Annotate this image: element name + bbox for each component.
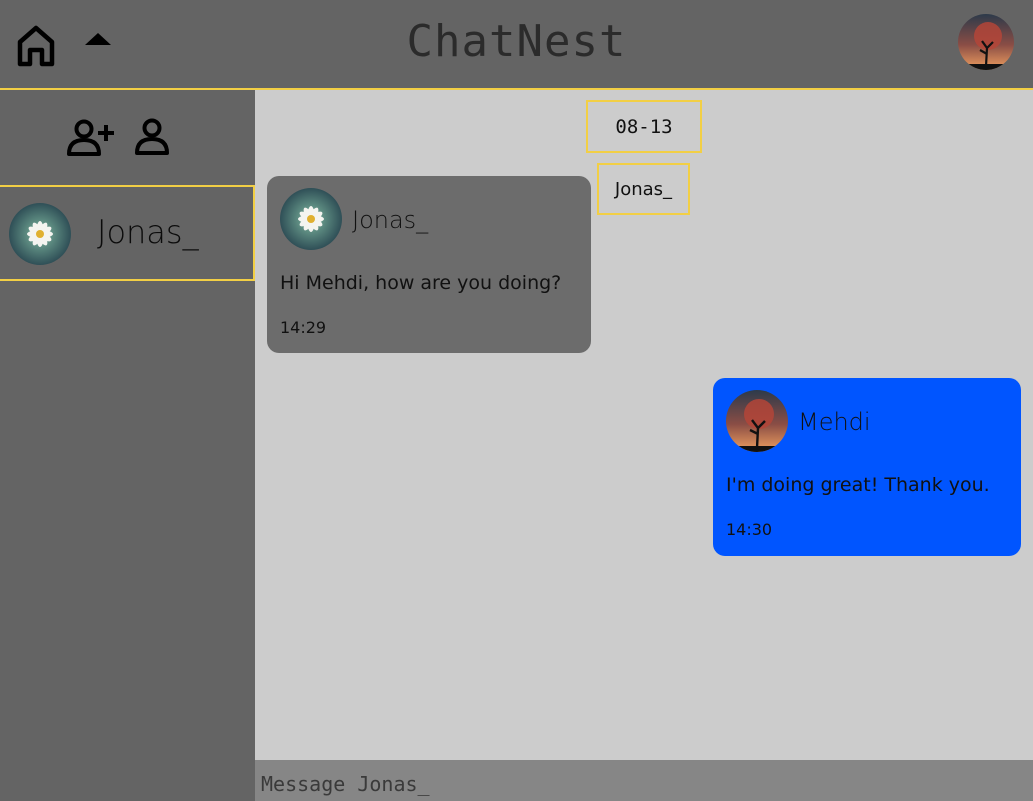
sender-avatar [280,188,342,250]
message-composer [255,760,1033,801]
message-text: Hi Mehdi, how are you doing? [280,272,562,294]
user-avatar[interactable] [958,14,1014,70]
message-bubble-outgoing: Mehdi I'm doing great! Thank you. 14:30 [713,378,1021,556]
message-time: 14:29 [280,318,327,337]
chat-contact-label: Jonas_ [597,163,690,215]
sidebar: Jonas_ [0,90,255,801]
sender-name: Mehdi [798,408,871,436]
add-user-icon[interactable] [66,119,116,157]
profile-icon[interactable] [133,118,171,156]
contact-avatar [9,203,71,265]
sender-name: Jonas_ [352,206,429,234]
message-text: I'm doing great! Thank you. [726,474,990,496]
sender-avatar [726,390,788,452]
chat-area: 08-13 Jonas_ Jonas_ Hi Mehdi, how are yo… [255,90,1033,760]
contact-item-jonas[interactable]: Jonas_ [0,185,255,281]
message-input[interactable] [255,760,1033,801]
message-bubble-incoming: Jonas_ Hi Mehdi, how are you doing? 14:2… [267,176,591,353]
date-divider: 08-13 [586,100,702,153]
contact-name: Jonas_ [97,213,199,251]
app-title: ChatNest [406,16,627,67]
top-bar: ChatNest [0,0,1033,90]
message-time: 14:30 [726,520,773,539]
